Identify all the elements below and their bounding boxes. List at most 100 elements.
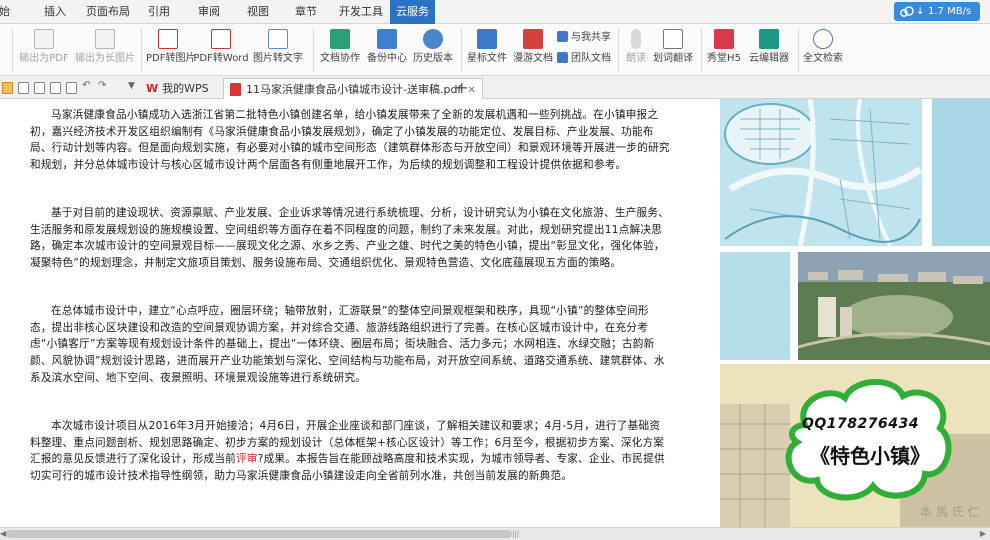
scrollbar-thumb[interactable] [6,530,512,538]
speed-value: 1.7 MB/s [928,6,972,17]
export-long-image-button[interactable]: 输出为长图片 [74,24,136,76]
new-tab-plus-icon[interactable]: + [455,77,468,99]
pdf-file-icon [230,83,241,96]
close-tab-icon[interactable]: ✕ [467,85,475,96]
xiutang-h5-label: 秀堂H5 [707,53,741,64]
ribbon-divider [12,28,13,72]
export-pdf-button[interactable]: 输出为PDF [18,24,70,76]
image-to-text-icon [268,29,288,49]
roaming-folder-icon [523,29,543,49]
xiutang-h5-button[interactable]: 秀堂H5 [704,24,744,76]
cloud-editor-icon [759,29,779,49]
map-drawing [720,99,922,246]
cloud-icon [900,6,914,17]
read-aloud-label: 朗读 [626,53,646,64]
tab-page-layout[interactable]: 页面布局 [86,0,130,24]
cloud-editor-label: 云编辑器 [749,53,789,64]
tab-my-wps[interactable]: W 我的WPS [146,78,209,99]
roaming-docs-button[interactable]: 漫游文档 [511,24,555,76]
open-folder-icon[interactable] [2,82,13,94]
doc-sync-label: 文档协作 [320,53,360,64]
download-arrow-icon: ↓ [916,6,925,17]
paragraph-1: 马家浜健康食品小镇成功入选浙江省第二批特色小镇创建名单，给小镇发展带来了全新的发… [30,109,670,172]
tab-review[interactable]: 审阅 [198,0,220,24]
horizontal-scrollbar[interactable]: ◀ ||| ▶ [0,527,990,540]
clock-icon [423,29,443,49]
backup-center-button[interactable]: 备份中心 [365,24,409,76]
pdf-page: 马家浜健康食品小镇成功入选浙江省第二批特色小镇创建名单，给小镇发展带来了全新的发… [0,99,720,527]
starred-files-button[interactable]: 星标文件 [465,24,509,76]
full-text-search-label: 全文检索 [803,53,843,64]
translate-label: 划词翻译 [653,53,693,64]
share-with-me-label: 与我共享 [571,32,611,43]
search-icon [813,29,833,49]
cloud-editor-button[interactable]: 云编辑器 [746,24,792,76]
translate-icon [663,29,683,49]
wps-logo-icon: W [146,82,159,95]
pdf-to-image-label: PDF转图片 [146,53,196,64]
tab-current-document-label: 11马家浜健康食品小镇城市设计-送审稿.pdf [246,83,462,96]
aerial-drawing [798,252,990,360]
format-icon[interactable] [66,82,77,94]
share-icon [557,31,568,42]
full-text-search-button[interactable]: 全文检索 [801,24,845,76]
ribbon-divider [461,28,462,72]
master-plan-map-image [720,99,922,246]
microphone-icon [631,29,641,49]
stone-wall-image: 本 馬 氏 仁 QQ178276434 《特色小镇》 [720,364,990,527]
export-pdf-label: 输出为PDF [19,53,69,64]
roaming-docs-label: 漫游文档 [513,53,553,64]
paragraph-3: 在总体城市设计中，建立“心点呼应，圈层环绕；轴带放射，汇游联景”的整体空间景观框… [30,305,665,384]
star-folder-icon [477,29,497,49]
paragraph-2: 基于对目前的建设现状、资源禀赋、产业发展、企业诉求等情况进行系统梳理、分析，设计… [30,207,670,270]
backup-center-label: 备份中心 [367,53,407,64]
read-aloud-button[interactable]: 朗读 [622,24,650,76]
redo-icon[interactable]: ↷ [98,80,109,92]
history-version-button[interactable]: 历史版本 [411,24,455,76]
tab-chapter[interactable]: 章节 [295,0,317,24]
export-image-icon [95,29,115,49]
doc-sync-button[interactable]: 文档协作 [318,24,362,76]
sync-icon [330,29,350,49]
qq-number-watermark: QQ178276434 [802,416,919,432]
ribbon-divider [798,28,799,72]
pdf-to-word-label: PDF转Word [193,53,249,64]
tab-current-document[interactable]: 11马家浜健康食品小镇城市设计-送审稿.pdf ✕ [223,78,483,99]
pdf-to-image-button[interactable]: PDF转图片 [146,24,196,76]
starred-files-label: 星标文件 [467,53,507,64]
tab-cloud-service[interactable]: 云服务 [390,0,435,24]
pdf-to-word-button[interactable]: PDF转Word [193,24,249,76]
menu-bar: 开始 插入 页面布局 引用 审阅 视图 章节 开发工具 云服务 ↓ 1.7 MB… [0,0,990,24]
page-images-panel: 本 馬 氏 仁 QQ178276434 《特色小镇》 [720,99,990,527]
ribbon-cloud-service: 输出为PDF 输出为长图片 PDF转图片 PDF转Word 图片转文字 文档协作… [0,24,990,76]
blue-strip-image [720,252,790,360]
backup-icon [377,29,397,49]
tab-references[interactable]: 引用 [148,0,170,24]
xiutang-icon [714,29,734,49]
share-with-me-button[interactable]: 与我共享 [557,30,611,46]
print-icon[interactable] [34,82,45,94]
team-icon [557,52,568,63]
ribbon-divider [618,28,619,72]
pdf-to-image-icon [158,29,178,49]
tab-insert[interactable]: 插入 [44,0,66,24]
ribbon-divider [313,28,314,72]
network-speed-indicator[interactable]: ↓ 1.7 MB/s [894,2,980,21]
save-icon[interactable] [18,82,29,94]
undo-icon[interactable]: ↶ [82,80,93,92]
preview-icon[interactable] [50,82,61,94]
image-to-text-button[interactable]: 图片转文字 [252,24,304,76]
ribbon-divider [141,28,142,72]
tab-view[interactable]: 视图 [247,0,269,24]
scroll-right-arrow-icon[interactable]: ▶ [980,528,986,540]
aerial-render-image [798,252,990,360]
tab-developer[interactable]: 开发工具 [339,0,383,24]
tab-start[interactable]: 开始 [0,0,10,24]
dropdown-chevron-icon[interactable]: ▼ [128,81,139,93]
team-docs-button[interactable]: 团队文档 [557,51,611,67]
scrollbar-grip-icon: ||| [512,530,520,538]
translate-button[interactable]: 划词翻译 [652,24,694,76]
image-to-text-label: 图片转文字 [253,53,303,64]
badge-title: 《特色小镇》 [810,444,930,468]
tab-my-wps-label: 我的WPS [162,82,209,95]
